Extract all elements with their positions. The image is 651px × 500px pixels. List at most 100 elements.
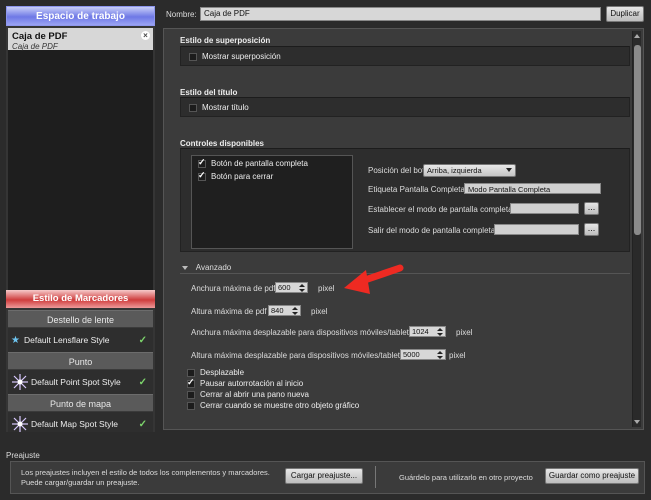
workspace-item[interactable]: Caja de PDF Caja de PDF ×	[8, 28, 153, 51]
presets-description: Los preajustes incluyen el estilo de tod…	[21, 468, 270, 487]
max-width-unit: pixel	[318, 284, 335, 293]
workspace-list: Caja de PDF Caja de PDF ×	[8, 28, 153, 292]
section-point: Punto	[8, 352, 153, 370]
up-down-icon[interactable]	[437, 328, 444, 336]
checkbox[interactable]	[187, 401, 195, 410]
annotation-arrow-icon	[344, 264, 404, 294]
overlay-box: Mostrar superposición	[180, 46, 630, 66]
close-on-new-pano-checkbox[interactable]: Cerrar al abrir una pano nueva	[187, 390, 309, 399]
checkbox[interactable]	[189, 103, 197, 112]
chevron-down-icon	[506, 168, 512, 172]
list-item-label: Default Lensflare Style	[23, 335, 110, 345]
markers-list: Destello de lente ★ Default Lensflare St…	[8, 310, 153, 432]
up-down-icon[interactable]	[299, 284, 306, 292]
scroll-down-icon[interactable]	[634, 420, 640, 424]
close-icon[interactable]: ×	[141, 31, 150, 40]
advanced-title: Avanzado	[195, 263, 232, 272]
checkbox-label: Mostrar superposición	[202, 52, 281, 61]
checkbox-label: Mostrar título	[202, 103, 249, 112]
checkbox-label: Pausar autorrotación al inicio	[200, 379, 304, 388]
star-icon: ★	[11, 334, 20, 346]
fullscreen-label-label: Etiqueta Pantalla Completa	[368, 185, 465, 194]
workspace-item-title: Caja de PDF	[12, 31, 68, 42]
list-item[interactable]: ★ Default Lensflare Style ✓	[8, 328, 153, 352]
checkbox[interactable]	[189, 52, 197, 61]
check-icon: ✓	[138, 334, 147, 346]
max-width-label: Anchura máxima de pdf	[191, 284, 276, 293]
stepper-value: 840	[271, 306, 284, 315]
title-style-box: Mostrar título	[180, 97, 630, 117]
mobile-height-unit: pixel	[449, 351, 466, 360]
exit-fullscreen-input[interactable]	[494, 224, 579, 235]
mobile-height-label: Altura máxima desplazable para dispositi…	[191, 351, 409, 360]
list-item[interactable]: Default Map Spot Style ✓	[8, 412, 153, 432]
stepper-value: 5000	[403, 350, 420, 359]
chevron-down-icon	[182, 266, 188, 270]
select-value: Arriba, izquierda	[427, 166, 482, 175]
workspace-item-subtitle: Caja de PDF	[12, 42, 58, 51]
checkbox[interactable]	[187, 368, 195, 377]
mobile-width-label: Anchura máxima desplazable para disposit…	[191, 328, 418, 337]
mobile-width-unit: pixel	[456, 328, 473, 337]
check-icon: ✓	[138, 376, 147, 388]
name-label: Nombre:	[166, 10, 197, 19]
presets-box: Los preajustes incluyen el estilo de tod…	[10, 461, 645, 494]
checkbox-label: Desplazable	[200, 368, 245, 377]
controls-title: Controles disponibles	[180, 139, 265, 148]
checkbox[interactable]	[187, 390, 195, 399]
checkbox[interactable]	[198, 170, 206, 181]
section-lensflare: Destello de lente	[8, 310, 153, 328]
scrollable-checkbox[interactable]: Desplazable	[187, 368, 244, 377]
exit-fullscreen-label: Salir del modo de pantalla completa	[368, 226, 496, 235]
left-panel: Espacio de trabajo Caja de PDF Caja de P…	[6, 6, 155, 432]
list-item[interactable]: Default Point Spot Style ✓	[8, 370, 153, 394]
exit-fullscreen-browse-button[interactable]: ...	[584, 223, 599, 236]
pause-autorotation-checkbox[interactable]: Pausar autorrotación al inicio	[187, 377, 304, 388]
fullscreen-button-checkbox[interactable]: Botón de pantalla completa	[198, 157, 308, 168]
burst-icon	[12, 416, 28, 432]
list-item-label: Default Map Spot Style	[31, 419, 118, 429]
section-map-spot: Punto de mapa	[8, 394, 153, 412]
overlay-title: Estilo de superposición	[180, 36, 271, 45]
workspace-header: Espacio de trabajo	[6, 6, 155, 26]
scroll-up-icon[interactable]	[634, 34, 640, 38]
vertical-scrollbar[interactable]	[632, 31, 641, 427]
name-input[interactable]: Caja de PDF	[200, 7, 601, 21]
close-button-checkbox[interactable]: Botón para cerrar	[198, 170, 273, 181]
max-height-label: Altura máxima de pdf	[191, 307, 267, 316]
check-icon: ✓	[138, 418, 147, 430]
scrollbar-thumb[interactable]	[634, 45, 641, 235]
set-fullscreen-input[interactable]	[510, 203, 579, 214]
button-position-select[interactable]: Arriba, izquierda	[423, 164, 516, 177]
max-height-stepper[interactable]: 840	[268, 305, 301, 316]
mobile-width-stepper[interactable]: 1024	[409, 326, 446, 337]
duplicate-button[interactable]: Duplicar	[606, 6, 644, 22]
stepper-value: 1024	[412, 327, 429, 336]
markers-header: Estilo de Marcadores	[6, 290, 155, 308]
advanced-section-header[interactable]: Avanzado	[180, 263, 630, 274]
load-preset-button[interactable]: Cargar preajuste...	[285, 468, 363, 484]
checkbox-label: Cerrar cuando se muestre otro objeto grá…	[200, 401, 360, 410]
show-overlay-checkbox[interactable]: Mostrar superposición	[189, 52, 281, 61]
show-title-checkbox[interactable]: Mostrar título	[189, 103, 249, 112]
up-down-icon[interactable]	[437, 351, 444, 359]
up-down-icon[interactable]	[292, 307, 299, 315]
fullscreen-label-input[interactable]: Modo Pantalla Completa	[464, 183, 601, 194]
settings-panel: Estilo de superposición Mostrar superpos…	[163, 28, 644, 430]
list-item-label: Default Point Spot Style	[31, 377, 121, 387]
checkbox-label: Botón de pantalla completa	[211, 159, 308, 168]
save-preset-button[interactable]: Guardar como preajuste	[545, 468, 639, 484]
title-style-title: Estilo del título	[180, 88, 238, 97]
checkbox[interactable]	[198, 157, 206, 168]
checkbox[interactable]	[187, 377, 195, 388]
stepper-value: 600	[278, 283, 291, 292]
set-fullscreen-label: Establecer el modo de pantalla completa	[368, 205, 513, 214]
max-width-stepper[interactable]: 600	[275, 282, 308, 293]
checkbox-label: Cerrar al abrir una pano nueva	[200, 390, 309, 399]
divider	[375, 466, 376, 488]
mobile-height-stepper[interactable]: 5000	[400, 349, 446, 360]
set-fullscreen-browse-button[interactable]: ...	[584, 202, 599, 215]
presets-title: Preajuste	[6, 451, 40, 460]
close-on-other-object-checkbox[interactable]: Cerrar cuando se muestre otro objeto grá…	[187, 401, 359, 410]
save-preset-hint: Guárdelo para utilizarlo en otro proyect…	[399, 473, 533, 482]
